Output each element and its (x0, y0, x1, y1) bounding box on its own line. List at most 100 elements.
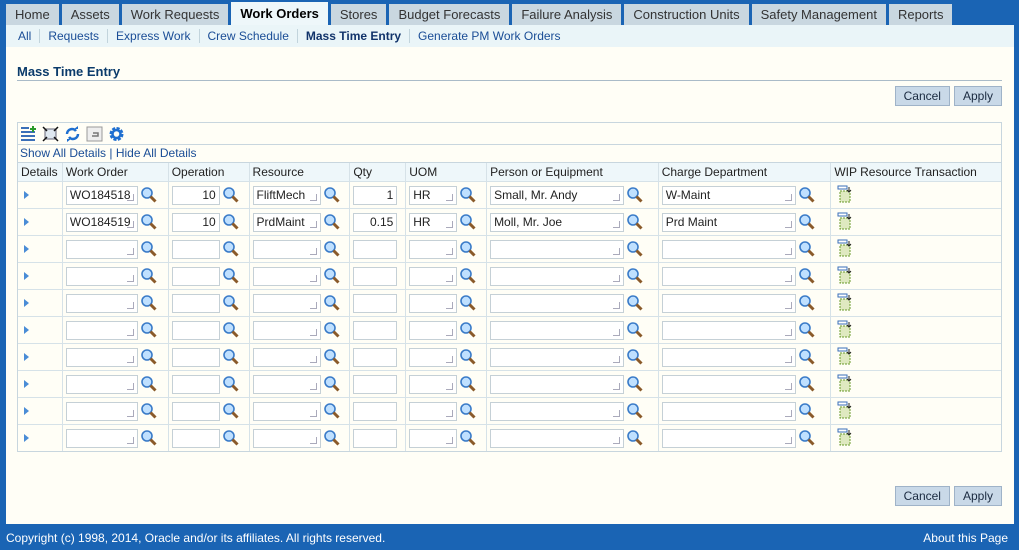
search-icon[interactable] (323, 348, 341, 366)
resource-field[interactable] (252, 239, 321, 259)
tab-assets[interactable]: Assets (61, 4, 119, 25)
expand-details-icon[interactable] (24, 353, 29, 361)
wip-resource-transaction-icon[interactable] (837, 347, 853, 368)
wip-resource-transaction-icon[interactable] (837, 239, 853, 260)
qty-field[interactable]: 0.15 (353, 212, 398, 232)
tab-reports[interactable]: Reports (888, 4, 953, 25)
resource-field[interactable] (252, 293, 321, 313)
work-order-field[interactable] (65, 374, 138, 394)
revert-icon[interactable] (86, 126, 103, 142)
uom-field[interactable] (409, 374, 458, 394)
operation-field[interactable] (171, 266, 220, 286)
search-icon[interactable] (222, 402, 240, 420)
operation-field[interactable]: 10 (171, 185, 220, 205)
settings-icon[interactable] (108, 126, 125, 142)
expand-details-icon[interactable] (24, 299, 29, 307)
work-order-field[interactable] (65, 266, 138, 286)
person-field[interactable]: Small, Mr. Andy (490, 185, 625, 205)
resource-field[interactable] (252, 401, 321, 421)
operation-field[interactable] (171, 347, 220, 367)
qty-field[interactable] (353, 293, 398, 313)
subnav-requests[interactable]: Requests (40, 29, 109, 43)
uom-field[interactable] (409, 239, 458, 259)
charge-department-field[interactable]: W-Maint (661, 185, 796, 205)
expand-details-icon[interactable] (24, 191, 29, 199)
subnav-crew-schedule[interactable]: Crew Schedule (200, 29, 298, 43)
wip-resource-transaction-icon[interactable] (837, 320, 853, 341)
search-icon[interactable] (459, 267, 477, 285)
tab-construction-units[interactable]: Construction Units (624, 4, 749, 25)
search-icon[interactable] (459, 402, 477, 420)
person-field[interactable] (490, 239, 625, 259)
operation-field[interactable]: 10 (171, 212, 220, 232)
search-icon[interactable] (140, 429, 158, 447)
work-order-field[interactable] (65, 347, 138, 367)
charge-department-field[interactable] (661, 347, 796, 367)
charge-department-field[interactable] (661, 374, 796, 394)
search-icon[interactable] (222, 267, 240, 285)
wip-resource-transaction-icon[interactable] (837, 293, 853, 314)
search-icon[interactable] (140, 402, 158, 420)
search-icon[interactable] (459, 348, 477, 366)
apply-button[interactable]: Apply (953, 86, 1002, 106)
expand-details-icon[interactable] (24, 245, 29, 253)
person-field[interactable]: Moll, Mr. Joe (490, 212, 625, 232)
person-field[interactable] (490, 428, 625, 448)
expand-details-icon[interactable] (24, 380, 29, 388)
search-icon[interactable] (140, 267, 158, 285)
charge-department-field[interactable] (661, 266, 796, 286)
resource-field[interactable] (252, 428, 321, 448)
work-order-field[interactable]: WO184518 (65, 185, 138, 205)
search-icon[interactable] (798, 213, 816, 231)
charge-department-field[interactable]: Prd Maint (661, 212, 796, 232)
search-icon[interactable] (323, 213, 341, 231)
charge-department-field[interactable] (661, 401, 796, 421)
search-icon[interactable] (222, 375, 240, 393)
wip-resource-transaction-icon[interactable] (837, 266, 853, 287)
search-icon[interactable] (626, 186, 644, 204)
search-icon[interactable] (626, 429, 644, 447)
resource-field[interactable]: FliftMech (252, 185, 321, 205)
search-icon[interactable] (798, 348, 816, 366)
search-icon[interactable] (222, 240, 240, 258)
uom-field[interactable] (409, 266, 458, 286)
search-icon[interactable] (323, 267, 341, 285)
search-icon[interactable] (323, 375, 341, 393)
operation-field[interactable] (171, 428, 220, 448)
search-icon[interactable] (626, 348, 644, 366)
expand-details-icon[interactable] (24, 407, 29, 415)
work-order-field[interactable]: WO184519 (65, 212, 138, 232)
person-field[interactable] (490, 347, 625, 367)
charge-department-field[interactable] (661, 239, 796, 259)
operation-field[interactable] (171, 401, 220, 421)
uom-field[interactable] (409, 347, 458, 367)
person-field[interactable] (490, 401, 625, 421)
search-icon[interactable] (626, 294, 644, 312)
operation-field[interactable] (171, 374, 220, 394)
expand-details-icon[interactable] (24, 218, 29, 226)
search-icon[interactable] (323, 240, 341, 258)
search-icon[interactable] (140, 186, 158, 204)
subnav-express-work[interactable]: Express Work (108, 29, 200, 43)
uom-field[interactable] (409, 293, 458, 313)
search-icon[interactable] (459, 186, 477, 204)
expand-details-icon[interactable] (24, 434, 29, 442)
tab-work-requests[interactable]: Work Requests (121, 4, 229, 25)
cancel-button[interactable]: Cancel (894, 86, 950, 106)
wip-resource-transaction-icon[interactable] (837, 428, 853, 449)
wip-resource-transaction-icon[interactable] (837, 185, 853, 206)
qty-field[interactable]: 1 (353, 185, 398, 205)
qty-field[interactable] (353, 428, 398, 448)
show-all-details-link[interactable]: Show All Details (20, 146, 106, 160)
search-icon[interactable] (140, 294, 158, 312)
search-icon[interactable] (798, 186, 816, 204)
operation-field[interactable] (171, 293, 220, 313)
expand-details-icon[interactable] (24, 272, 29, 280)
search-icon[interactable] (323, 429, 341, 447)
charge-department-field[interactable] (661, 320, 796, 340)
search-icon[interactable] (626, 267, 644, 285)
search-icon[interactable] (798, 294, 816, 312)
person-field[interactable] (490, 293, 625, 313)
uom-field[interactable] (409, 320, 458, 340)
search-icon[interactable] (798, 321, 816, 339)
